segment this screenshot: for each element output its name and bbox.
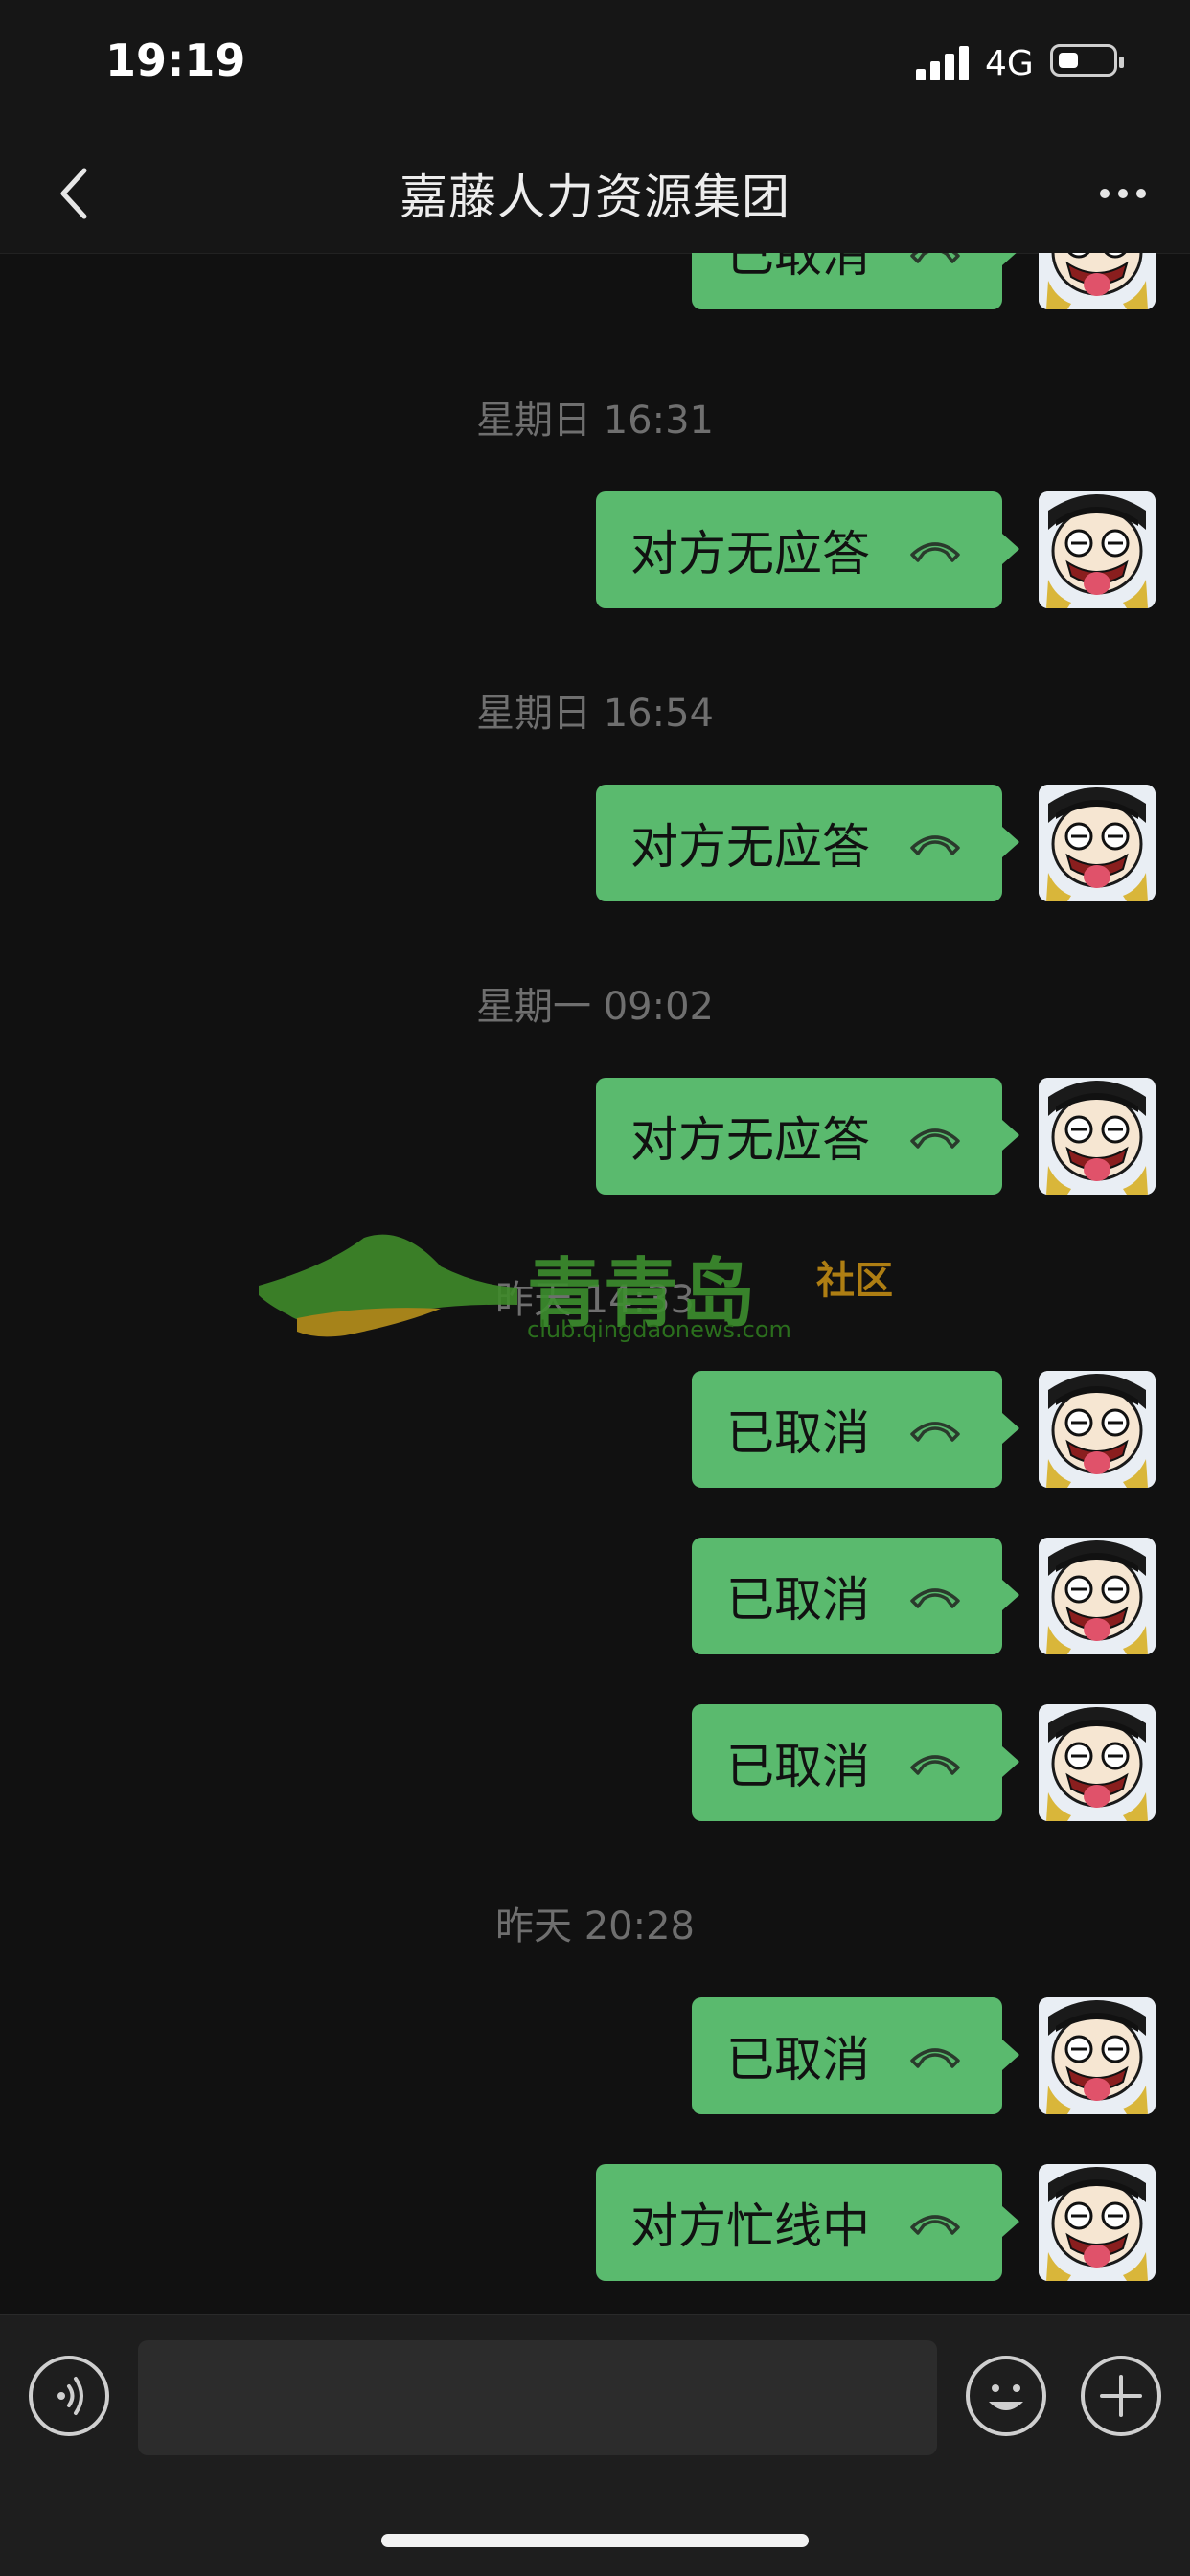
avatar[interactable] <box>1039 1371 1156 1488</box>
timestamp: 星期日 16:54 <box>476 692 714 736</box>
call-bubble[interactable]: 对方无应答 <box>596 491 1019 608</box>
mountain-logo-icon <box>259 1234 517 1337</box>
call-status-label: 已取消 <box>726 2032 870 2087</box>
call-bubble[interactable]: 对方忙线中 <box>596 2164 1019 2281</box>
timestamp: 星期日 16:31 <box>476 399 714 443</box>
cartoon-avatar-icon <box>1039 1997 1156 2114</box>
cartoon-avatar-icon <box>1039 1704 1156 1821</box>
call-bubble[interactable]: 对方无应答 <box>596 1078 1019 1195</box>
call-status-label: 对方无应答 <box>630 1112 870 1168</box>
call-message: 已取消 <box>692 1704 1156 1821</box>
call-bubble[interactable]: 已取消 <box>692 1704 1019 1821</box>
voice-icon <box>57 2377 83 2415</box>
signal-bars-icon <box>916 44 970 80</box>
cartoon-avatar-icon <box>1039 1371 1156 1488</box>
cartoon-avatar-icon <box>1039 2164 1156 2281</box>
avatar[interactable] <box>1039 491 1156 608</box>
cartoon-avatar-icon <box>1039 1078 1156 1195</box>
phone-hangup-icon <box>910 253 960 263</box>
call-message: 对方忙线中 <box>596 2164 1156 2281</box>
phone-hangup-icon <box>910 1422 960 1442</box>
voice-button[interactable] <box>29 2356 109 2436</box>
phone-hangup-icon <box>910 835 960 855</box>
cartoon-avatar-icon <box>1039 1538 1156 1654</box>
cartoon-avatar-icon <box>1039 491 1156 608</box>
status-time: 19:19 <box>105 34 246 86</box>
call-message: 对方无应答 <box>596 785 1156 901</box>
nav-bar: 嘉藤人力资源集团 <box>0 134 1190 254</box>
timestamp: 昨天 20:28 <box>495 1904 695 1949</box>
call-bubble[interactable]: 已取消 <box>692 1997 1019 2114</box>
call-status-label: 对方无应答 <box>630 819 870 875</box>
avatar[interactable] <box>1039 1538 1156 1654</box>
avatar[interactable] <box>1039 1704 1156 1821</box>
avatar[interactable] <box>1039 1078 1156 1195</box>
plus-icon <box>1100 2375 1142 2417</box>
call-status-label: 已取消 <box>726 1572 870 1628</box>
home-indicator[interactable] <box>381 2534 809 2547</box>
emoji-icon <box>989 2384 1023 2410</box>
call-message: 对方无应答 <box>596 1078 1156 1195</box>
phone-hangup-icon <box>910 1128 960 1149</box>
call-bubble[interactable]: 已取消 <box>692 1371 1019 1488</box>
call-message: 已取消 <box>692 1997 1156 2114</box>
cartoon-avatar-icon <box>1039 253 1156 309</box>
phone-hangup-icon <box>910 542 960 562</box>
call-status-label: 对方无应答 <box>630 526 870 581</box>
avatar[interactable] <box>1039 2164 1156 2281</box>
call-message: 对方无应答 <box>596 491 1156 608</box>
cartoon-avatar-icon <box>1039 785 1156 901</box>
phone-hangup-icon <box>910 2215 960 2235</box>
avatar[interactable] <box>1039 1997 1156 2114</box>
watermark-subtitle: 社区 <box>816 1259 893 1303</box>
watermark: 青青岛 社区 club.qingdaonews.com <box>259 1228 929 1353</box>
more-button[interactable] <box>1085 163 1161 224</box>
call-status-label: 已取消 <box>726 1405 870 1461</box>
message-input[interactable] <box>138 2340 937 2455</box>
call-bubble[interactable]: 已取消 <box>692 1538 1019 1654</box>
plus-button[interactable] <box>1081 2356 1161 2436</box>
chat-title: 嘉藤人力资源集团 <box>400 170 790 225</box>
more-dots-icon <box>1100 189 1110 198</box>
timestamp: 星期一 09:02 <box>476 985 714 1029</box>
status-bar: 19:19 4G <box>0 0 1190 134</box>
phone-hangup-icon <box>910 1755 960 1775</box>
phone-hangup-icon <box>910 2048 960 2068</box>
phone-hangup-icon <box>910 1588 960 1608</box>
call-bubble[interactable]: 对方无应答 <box>596 785 1019 901</box>
emoji-button[interactable] <box>966 2356 1046 2436</box>
call-status-label: 已取消 <box>726 253 870 283</box>
avatar[interactable] <box>1039 253 1156 309</box>
input-bar <box>0 2314 1190 2576</box>
call-status-label: 已取消 <box>726 1739 870 1794</box>
call-message: 已取消 <box>692 253 1156 309</box>
network-type: 4G <box>985 44 1034 83</box>
call-bubble[interactable]: 已取消 <box>692 253 1019 309</box>
watermark-url: club.qingdaonews.com <box>527 1316 791 1343</box>
call-message: 已取消 <box>692 1371 1156 1488</box>
call-status-label: 对方忙线中 <box>630 2199 870 2254</box>
avatar[interactable] <box>1039 785 1156 901</box>
battery-icon <box>1050 44 1124 77</box>
call-message: 已取消 <box>692 1538 1156 1654</box>
